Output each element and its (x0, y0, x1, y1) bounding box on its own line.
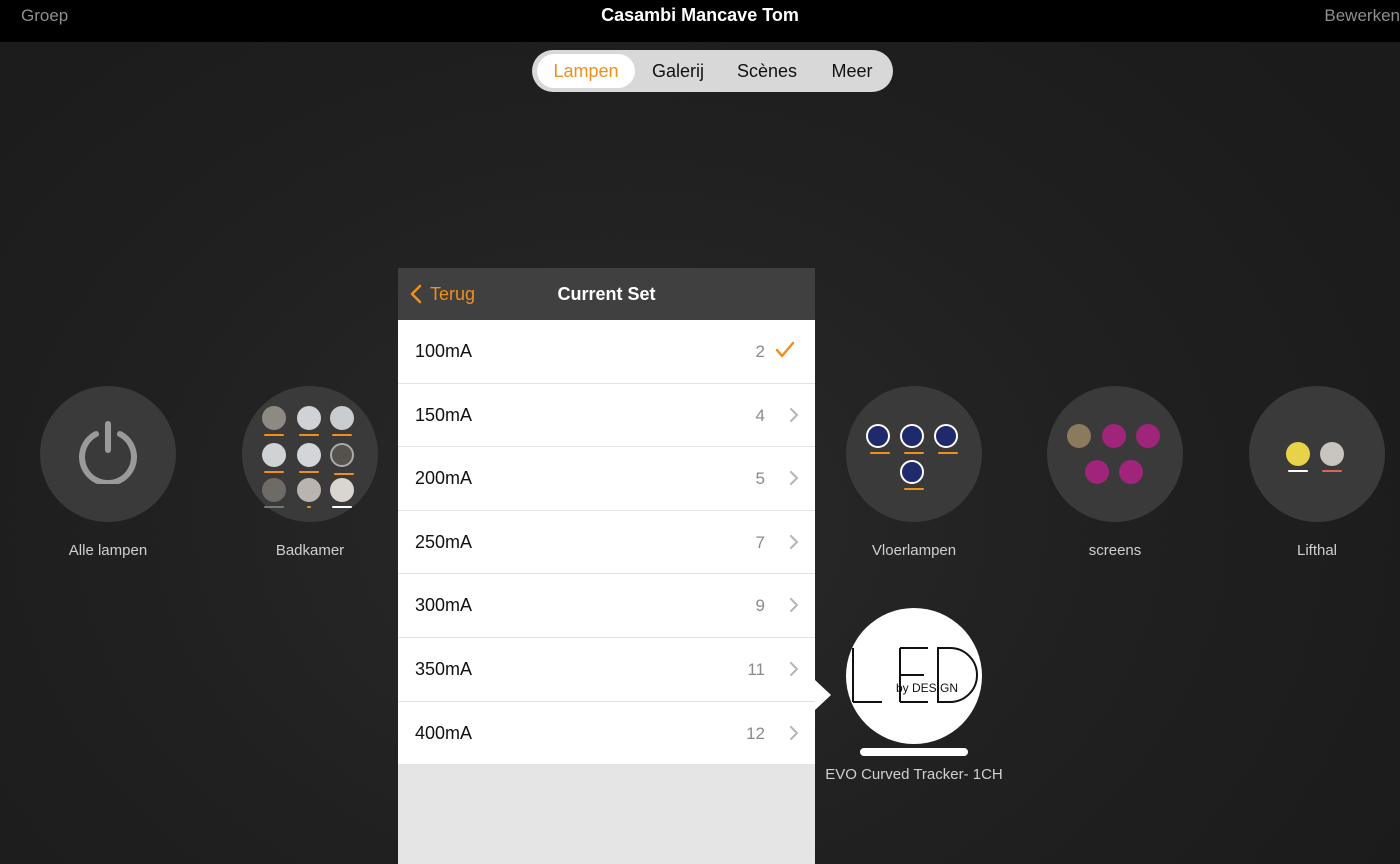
lamp-level-bar (860, 748, 968, 756)
screen-thumbnail (1102, 424, 1126, 448)
lamp-thumbnail (262, 478, 286, 508)
popover-header: Terug Current Set (398, 268, 815, 320)
lamp-thumbnail (330, 443, 354, 475)
option-count: 7 (755, 532, 765, 552)
group-label: Lifthal (1296, 542, 1338, 559)
current-option-row[interactable]: 200mA 5 (398, 447, 815, 511)
rp-logo-icon (866, 424, 890, 454)
option-label: 200mA (415, 468, 473, 489)
option-label: 100mA (415, 341, 473, 361)
option-count: 12 (746, 723, 765, 743)
option-label: 400mA (415, 722, 473, 743)
lamp-thumbnail (1320, 442, 1344, 472)
group-badkamer[interactable]: Badkamer (242, 386, 378, 559)
option-count: 5 (755, 469, 765, 489)
led-by-design-logo: by DESIGN (852, 647, 978, 703)
bewerken-button[interactable]: Bewerken (1324, 6, 1400, 26)
screen-thumbnail (1136, 424, 1160, 448)
group-label: Alle lampen (68, 542, 148, 559)
lamp-thumbnail (262, 406, 286, 436)
current-option-row[interactable]: 250mA 7 (398, 511, 815, 575)
top-bar: Groep Casambi Mancave Tom Bewerken (0, 0, 1400, 42)
option-label: 300mA (415, 595, 473, 616)
current-option-row[interactable]: 350mA 11 (398, 638, 815, 702)
option-count: 11 (747, 659, 765, 679)
option-label: 250mA (415, 531, 473, 552)
option-count: 2 (755, 342, 765, 361)
current-option-row[interactable]: 400mA 12 (398, 702, 815, 765)
lamp-thumbnail (330, 478, 354, 508)
rp-logo-icon (900, 424, 924, 454)
lamp-thumbnail (297, 406, 321, 436)
screen-thumbnail (1119, 460, 1143, 484)
current-option-row[interactable]: 100mA 2 (398, 320, 815, 384)
group-screens[interactable]: screens (1047, 386, 1183, 559)
svg-text:by DESIGN: by DESIGN (896, 681, 958, 695)
chevron-right-icon (790, 661, 798, 676)
group-alle-lampen[interactable]: Alle lampen (40, 386, 176, 559)
checkmark-icon (775, 341, 795, 358)
tab-scenes[interactable]: Scènes (722, 54, 812, 88)
group-circle[interactable] (1249, 386, 1385, 522)
current-option-row[interactable]: 300mA 9 (398, 574, 815, 638)
tab-bar: Lampen Galerij Scènes Meer (532, 50, 893, 92)
current-option-row[interactable]: 150mA 4 (398, 384, 815, 448)
lamp-thumbnail (262, 443, 286, 473)
lamp-thumbnail (330, 406, 354, 436)
group-label: screens (1088, 542, 1142, 559)
group-label: Vloerlampen (871, 542, 957, 559)
tab-lampen[interactable]: Lampen (537, 54, 635, 88)
group-vloerlampen[interactable]: Vloerlampen (846, 386, 982, 559)
group-circle[interactable] (40, 386, 176, 522)
option-label: 150mA (415, 404, 473, 425)
lamp-thumbnail (297, 478, 321, 508)
popover-title: Current Set (557, 284, 656, 304)
tab-galerij[interactable]: Galerij (638, 54, 718, 88)
rp-logo-icon (900, 460, 924, 490)
group-circle[interactable] (242, 386, 378, 522)
chevron-right-icon (790, 725, 798, 740)
popover-arrow (815, 680, 831, 710)
power-icon (79, 421, 137, 484)
option-label: 350mA (415, 658, 473, 679)
lamp-thumbnail (1286, 442, 1310, 472)
screen-thumbnail (1067, 424, 1091, 448)
lamp-thumbnail (297, 443, 321, 473)
chevron-right-icon (790, 534, 798, 549)
current-options-list: 100mA 2 150mA 4 200mA 5 250mA 7 300mA 9 350mA 11 400… (398, 320, 815, 765)
chevron-right-icon (790, 407, 798, 422)
tab-meer[interactable]: Meer (816, 54, 888, 88)
current-set-popover: Terug Current Set 100mA 2 150mA 4 200mA 5 250m… (398, 268, 815, 864)
chevron-right-icon (790, 598, 798, 613)
chevron-right-icon (790, 471, 798, 486)
lamp-label: EVO Curved Tracker- 1CH (825, 766, 1003, 783)
screen-thumbnail (1085, 460, 1109, 484)
group-lifthal[interactable]: Lifthal (1249, 386, 1385, 559)
group-circle[interactable] (846, 386, 982, 522)
group-label: Badkamer (275, 542, 345, 559)
option-count: 4 (755, 405, 765, 425)
selected-lamp[interactable]: by DESIGN (846, 608, 982, 744)
group-circle[interactable] (1047, 386, 1183, 522)
page-title: Casambi Mancave Tom (601, 5, 799, 25)
option-count: 9 (755, 596, 765, 616)
rp-logo-icon (934, 424, 958, 454)
